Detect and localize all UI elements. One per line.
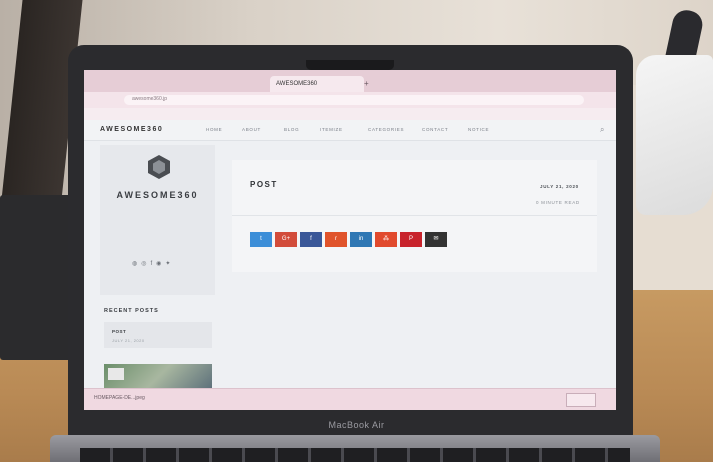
tissue: [636, 55, 713, 215]
nav-contact[interactable]: CONTACT: [422, 127, 448, 132]
search-icon[interactable]: ⌕: [600, 125, 604, 135]
new-tab-icon[interactable]: +: [358, 76, 375, 92]
reddit-share-button[interactable]: r: [325, 232, 347, 247]
recent-posts-heading: RECENT POSTS: [104, 308, 159, 314]
facebook-share-button[interactable]: f: [300, 232, 322, 247]
nav-categories[interactable]: CATEGORIES: [368, 127, 404, 132]
download-item[interactable]: HOMEPAGE-DE...jpeg: [94, 395, 145, 401]
recent-post-title[interactable]: POST: [112, 329, 126, 334]
twitter-icon[interactable]: ✦: [165, 261, 174, 267]
instagram-icon[interactable]: ◎: [141, 261, 150, 267]
browser-tab-active[interactable]: AWESOME360: [270, 76, 364, 92]
laptop-screen: AWESOME360 + awesome360.jp AWESOME360 HO…: [84, 70, 616, 410]
divider: [232, 215, 597, 216]
download-bar: HOMEPAGE-DE...jpeg: [84, 388, 616, 410]
hexagon-logo-icon: [148, 155, 170, 179]
browser-tab-bar: AWESOME360 +: [84, 70, 616, 92]
laptop-brand-label: MacBook Air: [328, 420, 385, 430]
post-title[interactable]: POST: [250, 180, 278, 189]
linkedin-share-button[interactable]: in: [350, 232, 372, 247]
nav-notice[interactable]: NOTICE: [468, 127, 489, 132]
social-icons: ◍◎f◉✦: [132, 260, 174, 267]
site-logo[interactable]: AWESOME360: [100, 126, 163, 133]
pinterest-share-button[interactable]: P: [400, 232, 422, 247]
url-text: awesome360.jp: [132, 96, 168, 102]
github-icon[interactable]: ◍: [132, 261, 141, 267]
recent-post-date: JULY 21, 2020: [112, 338, 145, 343]
show-all-button[interactable]: [566, 393, 596, 407]
site-title: AWESOME360: [116, 190, 199, 200]
address-bar: awesome360.jp: [84, 92, 616, 108]
camera-notch: [306, 60, 394, 70]
speaker: [0, 195, 72, 360]
nav-blog[interactable]: BLOG: [284, 127, 299, 132]
recent-post-card[interactable]: [104, 322, 212, 348]
post-read-time: 0 MINUTE READ: [536, 200, 580, 205]
nav-about[interactable]: ABOUT: [242, 127, 261, 132]
post-date: JULY 21, 2020: [540, 184, 579, 189]
email-share-button[interactable]: ✉: [425, 232, 447, 247]
post-card: [232, 160, 597, 272]
site-header: AWESOME360 HOME ABOUT BLOG ITEMIZE CATEG…: [84, 120, 616, 141]
nav-home[interactable]: HOME: [206, 127, 222, 132]
twitter-share-button[interactable]: t: [250, 232, 272, 247]
nav-itemize[interactable]: ITEMIZE: [320, 127, 343, 132]
stumbleupon-share-button[interactable]: ⁂: [375, 232, 397, 247]
google-plus-share-button[interactable]: G+: [275, 232, 297, 247]
browser-tab[interactable]: [182, 76, 274, 92]
keyboard: [80, 448, 630, 462]
browser-tab[interactable]: [90, 76, 182, 92]
thumbnail-sign: [108, 368, 124, 380]
url-field[interactable]: [124, 95, 584, 105]
